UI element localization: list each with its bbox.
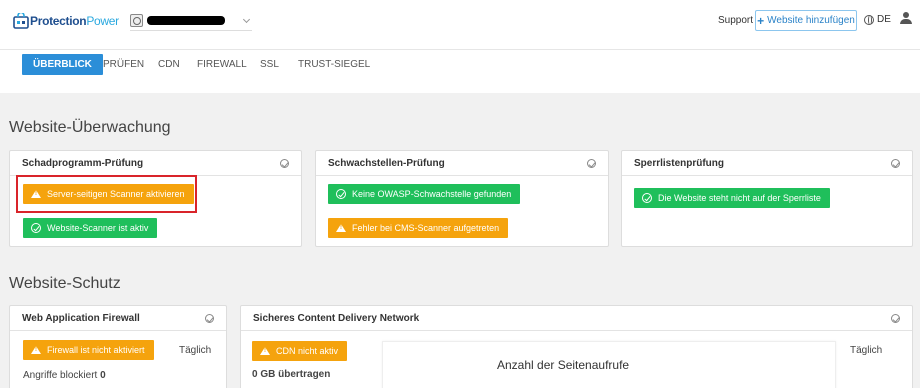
cdn-transferred: 0 GB übertragen [252,369,331,380]
check-circle-icon [31,223,41,233]
user-icon[interactable] [900,12,912,26]
check-circle-icon [642,193,652,203]
waf-period-selector[interactable]: Täglich [179,345,211,356]
tab-bar: ÜBERBLICK PRÜFEN CDN FIREWALL SSL TRUST-… [0,50,920,93]
attacks-blocked-value: 0 [100,370,106,381]
vulnerability-scan-card-header: Schwachstellen-Prüfung [316,151,608,176]
blacklist-check-card-header: Sperrlistenprüfung [622,151,912,176]
language-selector[interactable]: DE [864,14,891,25]
blacklist-status-badge[interactable]: Die Website steht nicht auf der Sperrlis… [634,188,830,208]
owasp-status-badge[interactable]: Keine OWASP-Schwachstelle gefunden [328,184,521,204]
warning-icon [31,346,41,354]
warning-icon [260,347,270,355]
cdn-period-selector[interactable]: Täglich [850,345,882,356]
cdn-not-active-label: CDN nicht aktiv [276,346,339,356]
waf-title: Web Application Firewall [22,312,140,324]
firewall-not-active-label: Firewall ist nicht aktiviert [47,345,145,355]
cdn-not-active-badge[interactable]: CDN nicht aktiv [252,341,348,361]
cdn-title: Sicheres Content Delivery Network [253,312,420,324]
cms-scanner-error-badge[interactable]: Fehler bei CMS-Scanner aufgetreten [328,218,509,238]
support-link[interactable]: Support [718,15,753,26]
website-scanner-active-label: Website-Scanner ist aktiv [47,223,149,233]
chevron-down-icon [242,15,251,24]
tab-ssl[interactable]: SSL [260,54,279,75]
cdn-card-header: Sicheres Content Delivery Network [241,306,912,331]
tab-cdn[interactable]: CDN [158,54,180,75]
check-circle-icon [587,159,596,168]
vulnerability-scan-title: Schwachstellen-Prüfung [328,157,445,169]
tab-scan[interactable]: PRÜFEN [103,54,144,75]
top-header: Protection Power Support + Website hinzuf… [0,0,920,50]
attacks-blocked-label: Angriffe blockiert [23,370,98,381]
logo[interactable]: Protection Power [13,13,119,29]
protection-section-title: Website-Schutz [9,275,121,292]
logo-icon [13,13,29,29]
warning-icon [336,224,346,232]
add-website-button[interactable]: + Website hinzufügen [755,10,857,31]
blacklist-status-label: Die Website steht nicht auf der Sperrlis… [658,193,821,203]
cms-scanner-error-label: Fehler bei CMS-Scanner aufgetreten [352,223,500,233]
check-circle-icon [891,159,900,168]
website-scanner-active-badge[interactable]: Website-Scanner ist aktiv [23,218,158,238]
site-name-redacted [147,16,225,25]
logo-text-bold: Protection [30,14,87,28]
pageviews-chart-title: Anzahl der Seitenaufrufe [497,358,630,372]
malware-scan-card-header: Schadprogramm-Prüfung [10,151,301,176]
malware-scan-title: Schadprogramm-Prüfung [22,157,144,169]
language-label: DE [877,14,891,25]
waf-card-header: Web Application Firewall [10,306,226,331]
add-website-label: Website hinzufügen [767,15,855,26]
website-selector[interactable] [130,11,252,31]
logo-text-light: Power [86,14,119,28]
blacklist-check-title: Sperrlistenprüfung [634,157,725,169]
check-circle-icon [336,189,346,199]
check-circle-icon [280,159,289,168]
tab-trust-seal[interactable]: TRUST-SIEGEL [298,54,370,75]
check-circle-icon [891,314,900,323]
tab-overview[interactable]: ÜBERBLICK [22,54,103,75]
site-favicon-icon [130,14,143,27]
attacks-blocked: Angriffe blockiert 0 [23,370,106,381]
check-circle-icon [205,314,214,323]
owasp-status-label: Keine OWASP-Schwachstelle gefunden [352,189,512,199]
monitoring-section-title: Website-Überwachung [9,119,171,136]
tab-firewall[interactable]: FIREWALL [197,54,247,75]
highlight-box [16,175,197,213]
plus-icon: + [757,13,765,28]
firewall-not-active-badge[interactable]: Firewall ist nicht aktiviert [23,340,154,360]
globe-icon [864,14,874,25]
